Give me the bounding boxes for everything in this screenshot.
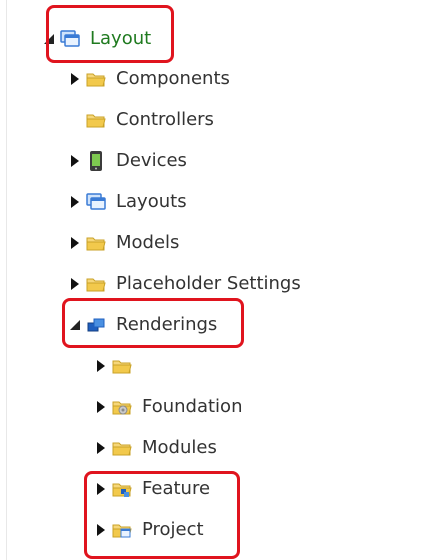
tree-node-label: Layouts (116, 191, 187, 212)
tree-arrow-spacer (66, 105, 84, 135)
expand-arrow-icon[interactable] (92, 392, 110, 422)
tree-node-label: Components (116, 68, 230, 89)
tree-node-label: Devices (116, 150, 187, 171)
folder-feature-icon (110, 477, 134, 501)
expand-arrow-icon[interactable] (66, 269, 84, 299)
tree-node-label: Models (116, 232, 180, 253)
tree-node-renderings[interactable]: Renderings (66, 310, 217, 340)
tree-node-foundation[interactable]: Foundation (92, 392, 242, 422)
tree-node-label: Foundation (142, 396, 243, 417)
folder-icon (110, 436, 134, 460)
tree-node-label: Layout (90, 28, 152, 49)
tree-node-unnamed-folder[interactable] (92, 351, 142, 381)
tree-node-label: Placeholder Settings (116, 273, 301, 294)
expand-arrow-icon[interactable] (92, 474, 110, 504)
device-icon (84, 149, 108, 173)
tree-node-devices[interactable]: Devices (66, 146, 187, 176)
expand-arrow-icon[interactable] (92, 351, 110, 381)
expand-arrow-icon[interactable] (66, 146, 84, 176)
tree-node-layout[interactable]: Layout (40, 24, 151, 54)
renderings-icon (84, 313, 108, 337)
tree-node-label: Controllers (116, 109, 214, 130)
expand-arrow-icon[interactable] (66, 64, 84, 94)
layout-window-icon (84, 190, 108, 214)
expand-arrow-icon[interactable] (66, 228, 84, 258)
tree-node-label: Feature (142, 478, 211, 499)
expand-arrow-icon[interactable] (92, 515, 110, 545)
folder-gear-icon (110, 395, 134, 419)
tree-node-label: Project (142, 519, 204, 540)
expand-arrow-icon[interactable] (66, 187, 84, 217)
tree-node-models[interactable]: Models (66, 228, 179, 258)
tree-node-feature[interactable]: Feature (92, 474, 210, 504)
tree-node-layouts[interactable]: Layouts (66, 187, 187, 217)
folder-icon (110, 354, 134, 378)
tree-node-project[interactable]: Project (92, 515, 204, 545)
collapse-arrow-icon[interactable] (40, 24, 58, 54)
folder-window-icon (110, 518, 134, 542)
tree-node-components[interactable]: Components (66, 64, 230, 94)
tree-node-label: Modules (142, 437, 217, 458)
tree-guide-line (6, 0, 7, 560)
folder-icon (84, 108, 108, 132)
tree-node-label: Renderings (116, 314, 218, 335)
folder-icon (84, 272, 108, 296)
expand-arrow-icon[interactable] (92, 433, 110, 463)
folder-icon (84, 67, 108, 91)
tree-node-placeholder-settings[interactable]: Placeholder Settings (66, 269, 301, 299)
tree-node-modules[interactable]: Modules (92, 433, 217, 463)
folder-icon (84, 231, 108, 255)
layout-window-icon (58, 27, 82, 51)
collapse-arrow-icon[interactable] (66, 310, 84, 340)
tree-node-controllers[interactable]: Controllers (66, 105, 214, 135)
